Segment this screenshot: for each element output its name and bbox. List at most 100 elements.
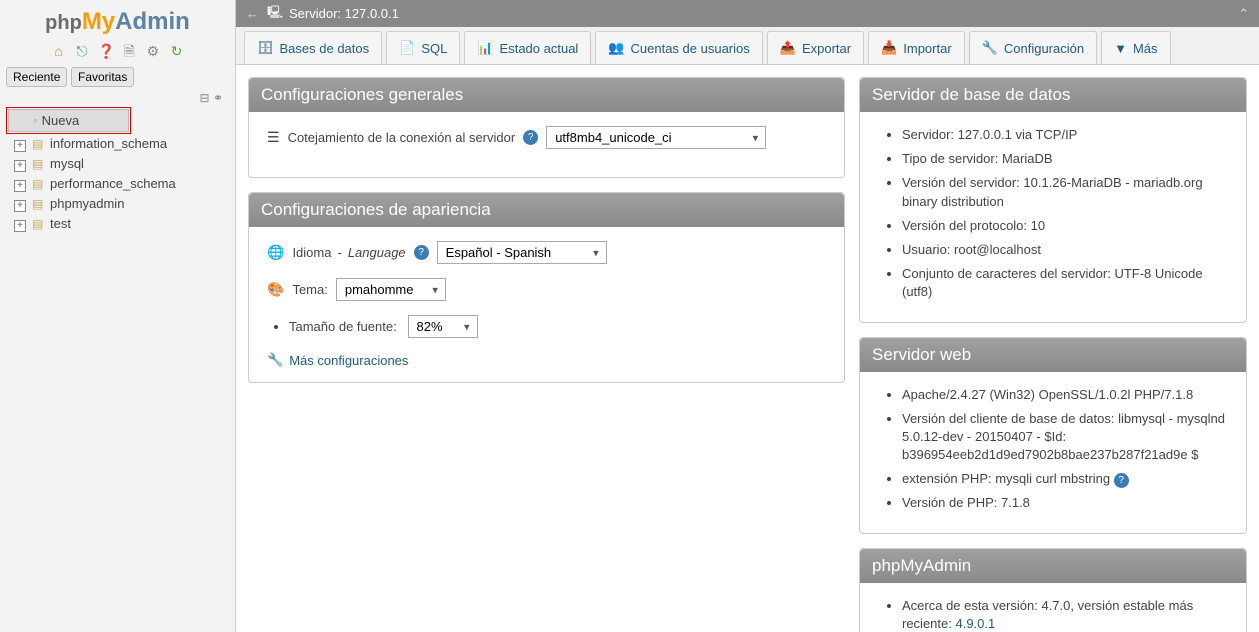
tab-settings[interactable]: 🔧Configuración — [969, 31, 1097, 64]
sql-icon[interactable]: 🗎 — [121, 43, 137, 59]
info-item: Conjunto de caracteres del servidor: UTF… — [902, 265, 1228, 301]
panel-phpmyadmin: phpMyAdmin Acerca de esta versión: 4.7.0… — [859, 548, 1247, 632]
tree-db[interactable]: + ▤ phpmyadmin — [4, 194, 231, 214]
info-item: Versión del protocolo: 10 — [902, 217, 1228, 235]
settings-icon[interactable]: ⚙ — [145, 43, 161, 59]
collation-label: Cotejamiento de la conexión al servidor — [288, 130, 516, 145]
row-collation: ☰ Cotejamiento de la conexión al servido… — [267, 126, 826, 149]
database-icon: ▤ — [32, 137, 46, 151]
status-icon: 📊 — [477, 40, 493, 56]
info-item: Versión del servidor: 10.1.26-MariaDB - … — [902, 174, 1228, 210]
tab-label: Bases de datos — [280, 41, 370, 56]
fontsize-label: Tamaño de fuente: — [289, 319, 397, 334]
theme-icon: 🎨 — [267, 281, 284, 298]
expand-icon[interactable]: + — [14, 140, 26, 152]
pma-version: Acerca de esta versión: 4.7.0, versión e… — [902, 597, 1228, 632]
db-label: mysql — [50, 156, 84, 171]
sql-tab-icon: 📄 — [399, 40, 415, 56]
tree-db[interactable]: + ▤ information_schema — [4, 134, 231, 154]
tab-status[interactable]: 📊 Estado actual — [464, 31, 591, 64]
highlight-nueva: ◦Nueva — [6, 107, 131, 134]
expand-icon[interactable]: + — [14, 220, 26, 232]
help-icon[interactable]: ? — [523, 130, 538, 145]
databases-icon: 🗄 — [257, 40, 274, 56]
db-label: information_schema — [50, 136, 167, 151]
database-icon: ▤ — [32, 197, 46, 211]
sidebar-mini-tabs: Reciente Favoritas — [0, 63, 235, 91]
tree-new-label: Nueva — [42, 113, 80, 128]
users-icon: 👥 — [608, 40, 624, 56]
row-language: 🌐 Idioma - Language ? Español - Spanish — [267, 241, 826, 264]
logo-admin: Admin — [115, 8, 190, 35]
tab-export[interactable]: 📤 Exportar — [767, 31, 864, 64]
tab-sql[interactable]: 📄SQL — [386, 31, 460, 64]
tab-favorites[interactable]: Favoritas — [71, 67, 134, 87]
tree-db[interactable]: +▤test — [4, 214, 231, 234]
web-server-info: Apache/2.4.27 (Win32) OpenSSL/1.0.2l PHP… — [878, 386, 1228, 513]
tab-import[interactable]: 📥Importar — [868, 31, 965, 64]
col-left: Configuraciones generales ☰ Cotejamiento… — [248, 77, 845, 632]
more-settings-link[interactable]: 🔧 Más configuraciones — [267, 352, 826, 368]
logout-icon[interactable]: ⎋ — [74, 43, 90, 59]
tree-db[interactable]: + ▤ performance_schema — [4, 174, 231, 194]
logo: phpMyAdmin — [0, 0, 235, 38]
collapse-topbar-icon[interactable]: ⌃ — [1238, 6, 1249, 22]
pma-version-link[interactable]: 4.9.0.1 — [955, 616, 995, 631]
theme-label: Tema: — [292, 282, 327, 297]
db-label: phpmyadmin — [50, 196, 124, 211]
tab-users[interactable]: 👥Cuentas de usuarios — [595, 31, 762, 64]
export-icon: 📤 — [780, 40, 796, 56]
db-label: performance_schema — [50, 176, 176, 191]
tree-new[interactable]: ◦Nueva — [8, 109, 129, 132]
expand-icon[interactable]: + — [14, 180, 26, 192]
expand-icon[interactable]: + — [14, 160, 26, 172]
language-label: Idioma - Language — [292, 245, 405, 260]
tab-recent[interactable]: Reciente — [6, 67, 67, 87]
tab-databases[interactable]: 🗄 Bases de datos — [244, 31, 382, 64]
home-icon[interactable]: ⌂ — [50, 43, 66, 59]
panel-title: Servidor de base de datos — [860, 78, 1246, 112]
breadcrumb-bar: ← 🖳 Servidor: 127.0.0.1 ⌃ — [236, 0, 1259, 27]
collation-select[interactable]: utf8mb4_unicode_ci — [546, 126, 766, 149]
tree-db[interactable]: +▤mysql — [4, 154, 231, 174]
reload-icon[interactable]: ↻ — [169, 43, 185, 59]
db-server-info: Servidor: 127.0.0.1 via TCP/IP Tipo de s… — [878, 126, 1228, 302]
info-item: Versión de PHP: 7.1.8 — [902, 494, 1228, 512]
row-fontsize: Tamaño de fuente: 82% — [289, 315, 826, 338]
breadcrumb-arrow-icon: ← — [246, 6, 259, 21]
database-icon: ▤ — [32, 177, 46, 191]
content: Configuraciones generales ☰ Cotejamiento… — [236, 65, 1259, 632]
collapse-all-icon[interactable]: ⊟ — [200, 91, 210, 105]
main-panel: ← 🖳 Servidor: 127.0.0.1 ⌃ 🗄 Bases de dato… — [236, 0, 1259, 632]
tab-label: Estado actual — [500, 41, 579, 56]
server-label: Servidor: 127.0.0.1 — [289, 6, 399, 21]
help-icon[interactable]: ? — [1114, 473, 1129, 488]
tab-more[interactable]: ▼Más — [1101, 31, 1170, 64]
panel-appearance: Configuraciones de apariencia 🌐 Idioma -… — [248, 192, 845, 383]
info-item: extensión PHP: mysqli curl mbstring ? — [902, 470, 1228, 488]
tree-toolbar: ⊟ ⚭ — [0, 91, 235, 105]
fontsize-select[interactable]: 82% — [408, 315, 478, 338]
more-settings-label: Más configuraciones — [289, 353, 408, 368]
panel-title: Configuraciones de apariencia — [249, 193, 844, 227]
info-item: Usuario: root@localhost — [902, 241, 1228, 259]
info-item: Versión del cliente de base de datos: li… — [902, 410, 1228, 465]
panel-title: Servidor web — [860, 338, 1246, 372]
wrench-icon: 🔧 — [267, 352, 283, 368]
help-icon[interactable]: ? — [414, 245, 429, 260]
pma-info: Acerca de esta versión: 4.7.0, versión e… — [878, 597, 1228, 632]
sidebar-toolbar: ⌂ ⎋ ❓ 🗎 ⚙ ↻ — [0, 38, 235, 63]
panel-db-server: Servidor de base de datos Servidor: 127.… — [859, 77, 1247, 323]
tab-label: Exportar — [802, 41, 851, 56]
panel-web-server: Servidor web Apache/2.4.27 (Win32) OpenS… — [859, 337, 1247, 534]
docs-icon[interactable]: ❓ — [98, 43, 114, 59]
logo-my: My — [82, 8, 115, 35]
theme-select[interactable]: pmahomme — [336, 278, 446, 301]
main-tabs: 🗄 Bases de datos 📄SQL 📊 Estado actual 👥Cue… — [236, 27, 1259, 65]
expand-icon[interactable]: + — [14, 200, 26, 212]
tab-label: Importar — [903, 41, 951, 56]
link-icon[interactable]: ⚭ — [213, 91, 223, 105]
col-right: Servidor de base de datos Servidor: 127.… — [859, 77, 1247, 632]
settings-tab-icon: 🔧 — [982, 40, 998, 56]
language-select[interactable]: Español - Spanish — [437, 241, 607, 264]
